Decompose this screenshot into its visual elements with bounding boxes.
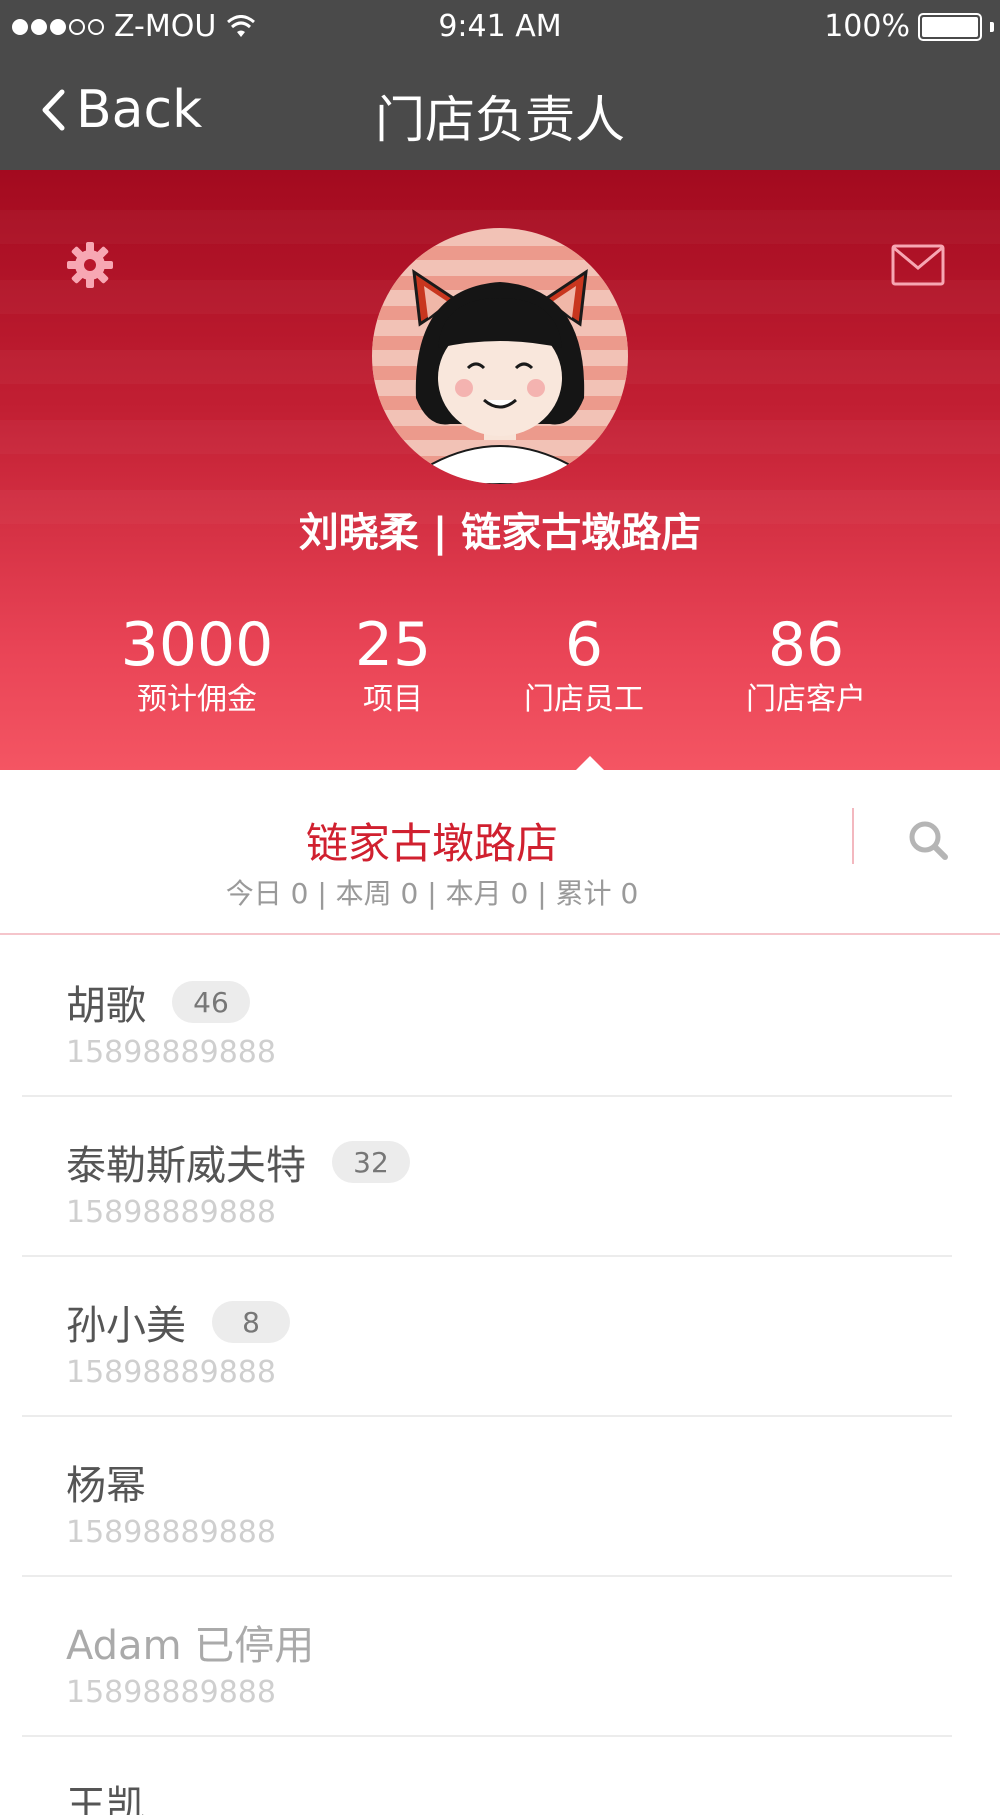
- chevron-left-icon: [42, 89, 65, 131]
- settings-button[interactable]: [40, 230, 140, 300]
- avatar[interactable]: [372, 228, 628, 484]
- employee-name: 王凯: [66, 1783, 146, 1815]
- list-item[interactable]: 胡歌 46 15898889888: [22, 937, 952, 1097]
- name-line: 泰勒斯威夫特 32: [66, 1133, 410, 1191]
- gear-icon: [67, 242, 113, 288]
- battery-percent: 100%: [824, 9, 910, 44]
- stat-value: 6: [564, 610, 604, 680]
- stats-row: 3000 预计佣金 25 项目 6 门店员工 86 门店客户: [0, 610, 1000, 730]
- name-line: 孙小美 8: [66, 1293, 290, 1351]
- employee-phone: 15898889888: [66, 1195, 276, 1230]
- name-line: Adam 已停用: [66, 1613, 314, 1671]
- search-icon: [909, 821, 948, 860]
- battery-icon: [918, 12, 982, 41]
- stat-label: 门店员工: [524, 682, 644, 717]
- employee-phone: 15898889888: [66, 1355, 276, 1390]
- stat-label: 预计佣金: [136, 682, 257, 717]
- stat-value: 25: [354, 610, 432, 680]
- back-label: Back: [76, 80, 203, 140]
- back-button[interactable]: Back: [40, 80, 202, 140]
- stat-label: 门店客户: [746, 682, 866, 717]
- count-badge: 46: [172, 981, 250, 1023]
- selected-tab-indicator: [574, 756, 606, 770]
- status-right: 100%: [824, 9, 994, 44]
- employee-name: 泰勒斯威夫特: [66, 1143, 306, 1189]
- list-item[interactable]: 王凯: [22, 1737, 952, 1815]
- employee-name: 胡歌: [66, 983, 146, 1029]
- stat-customers[interactable]: 86 门店客户: [746, 610, 866, 720]
- avatar-girl-cat-ears: [372, 228, 628, 484]
- stat-employees[interactable]: 6 门店员工: [524, 610, 644, 720]
- profile-header: 刘晓柔 | 链家古墩路店 3000 预计佣金 25 项目 6 门店员工 86 门…: [0, 170, 1000, 770]
- name-line: 杨幂: [66, 1453, 146, 1511]
- nav-bar: Back 门店负责人: [0, 56, 1000, 170]
- search-button[interactable]: [898, 810, 958, 870]
- name-line: 王凯: [66, 1773, 146, 1815]
- profile-name-store: 刘晓柔 | 链家古墩路店: [298, 510, 702, 556]
- store-stats: 今日 0 | 本周 0 | 本月 0 | 累计 0: [225, 877, 639, 910]
- name-line: 胡歌 46: [66, 973, 250, 1031]
- status-bar: Z-MOU 9:41 AM 100%: [0, 0, 1000, 56]
- employee-name: Adam 已停用: [66, 1623, 315, 1669]
- list-item[interactable]: Adam 已停用 15898889888: [22, 1577, 952, 1737]
- message-button[interactable]: [868, 230, 968, 300]
- divider: [852, 808, 854, 864]
- stat-value: 86: [767, 610, 845, 680]
- stat-value: 3000: [120, 610, 274, 680]
- store-name: 链家古墩路店: [305, 819, 558, 868]
- employee-name: 孙小美: [66, 1303, 186, 1349]
- count-badge: 32: [332, 1141, 410, 1183]
- employee-phone: 15898889888: [66, 1035, 276, 1070]
- employee-phone: 15898889888: [66, 1515, 276, 1550]
- count-badge: 8: [212, 1301, 290, 1343]
- list-item[interactable]: 泰勒斯威夫特 32 15898889888: [22, 1097, 952, 1257]
- list-item[interactable]: 杨幂 15898889888: [22, 1417, 952, 1577]
- envelope-icon: [891, 244, 945, 286]
- employee-list: 胡歌 46 15898889888 泰勒斯威夫特 32 15898889888 …: [0, 937, 1000, 1815]
- employee-phone: 15898889888: [66, 1675, 276, 1710]
- stat-label: 项目: [362, 682, 423, 717]
- stat-commission[interactable]: 3000 预计佣金: [121, 610, 274, 720]
- store-summary: 链家古墩路店 今日 0 | 本周 0 | 本月 0 | 累计 0: [0, 770, 1000, 935]
- employee-name: 杨幂: [66, 1463, 146, 1509]
- list-item[interactable]: 孙小美 8 15898889888: [22, 1257, 952, 1417]
- stat-projects[interactable]: 25 项目: [355, 610, 431, 720]
- battery-tip: [990, 21, 994, 32]
